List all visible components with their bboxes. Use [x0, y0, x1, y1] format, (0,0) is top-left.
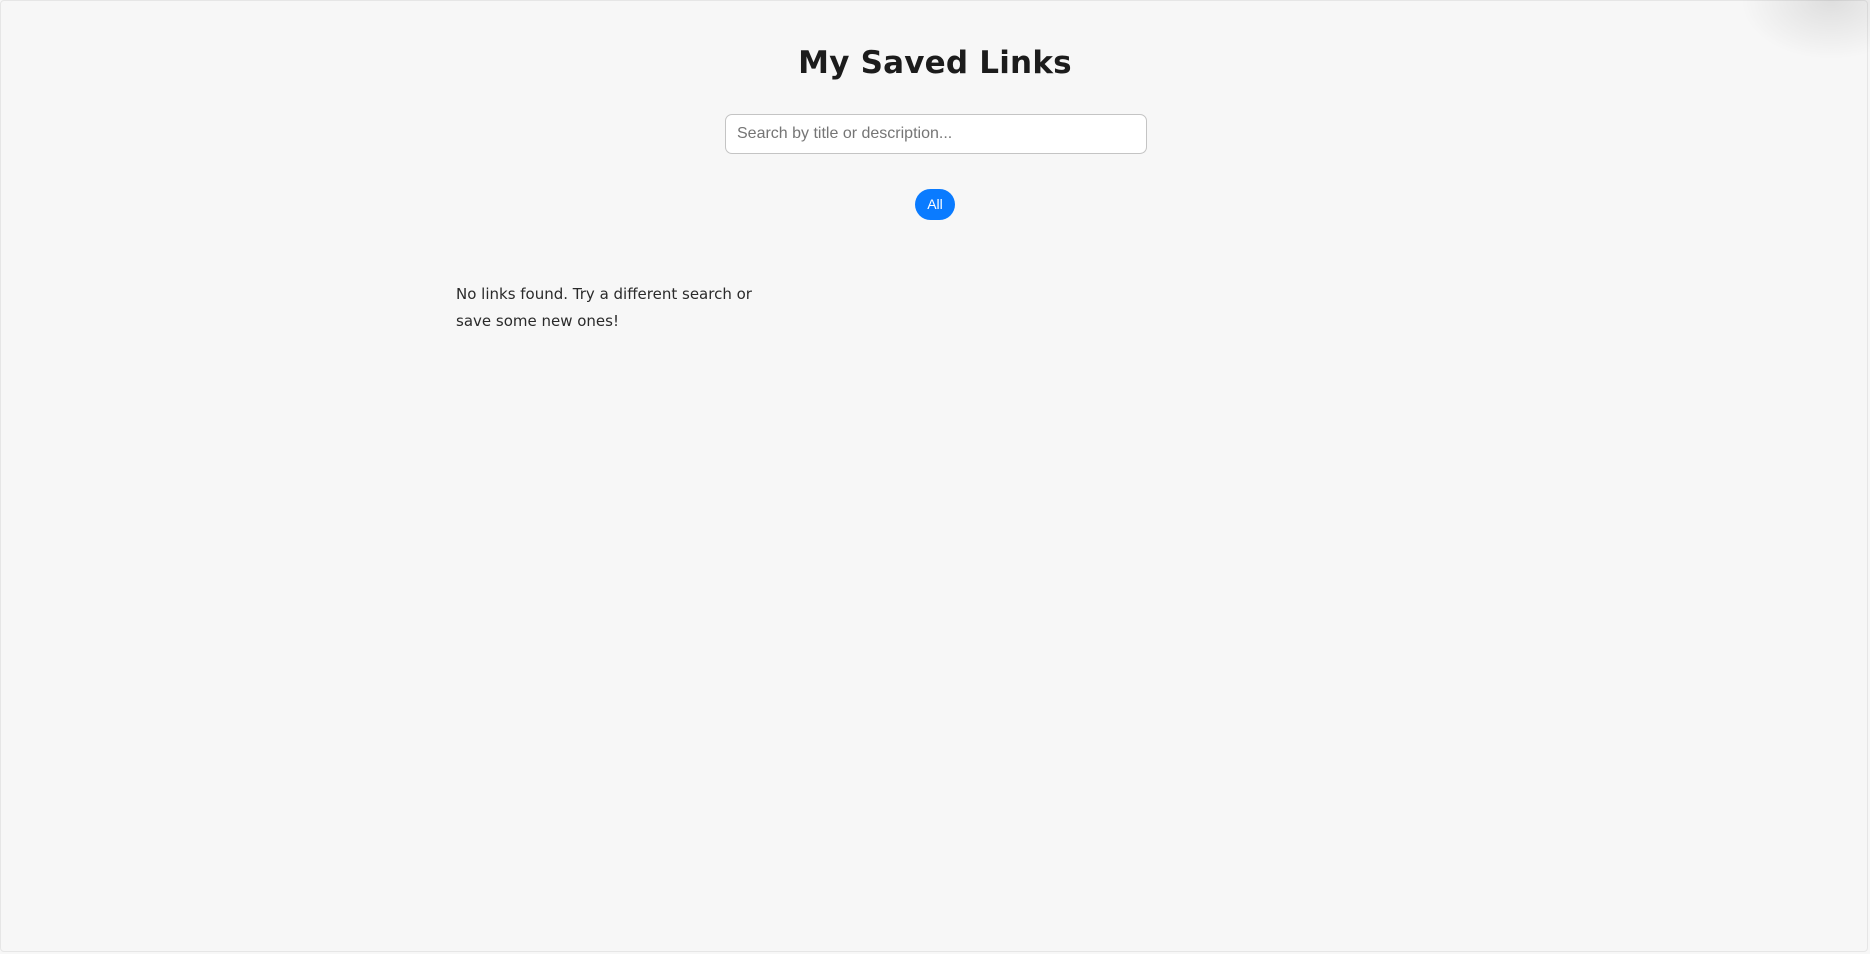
search-input[interactable]	[725, 114, 1147, 154]
search-container	[725, 114, 1147, 154]
page-title: My Saved Links	[798, 45, 1072, 81]
filter-bar: All	[0, 189, 1870, 220]
filter-all-button[interactable]: All	[915, 189, 955, 220]
empty-state-message: No links found. Try a different search o…	[456, 285, 752, 330]
